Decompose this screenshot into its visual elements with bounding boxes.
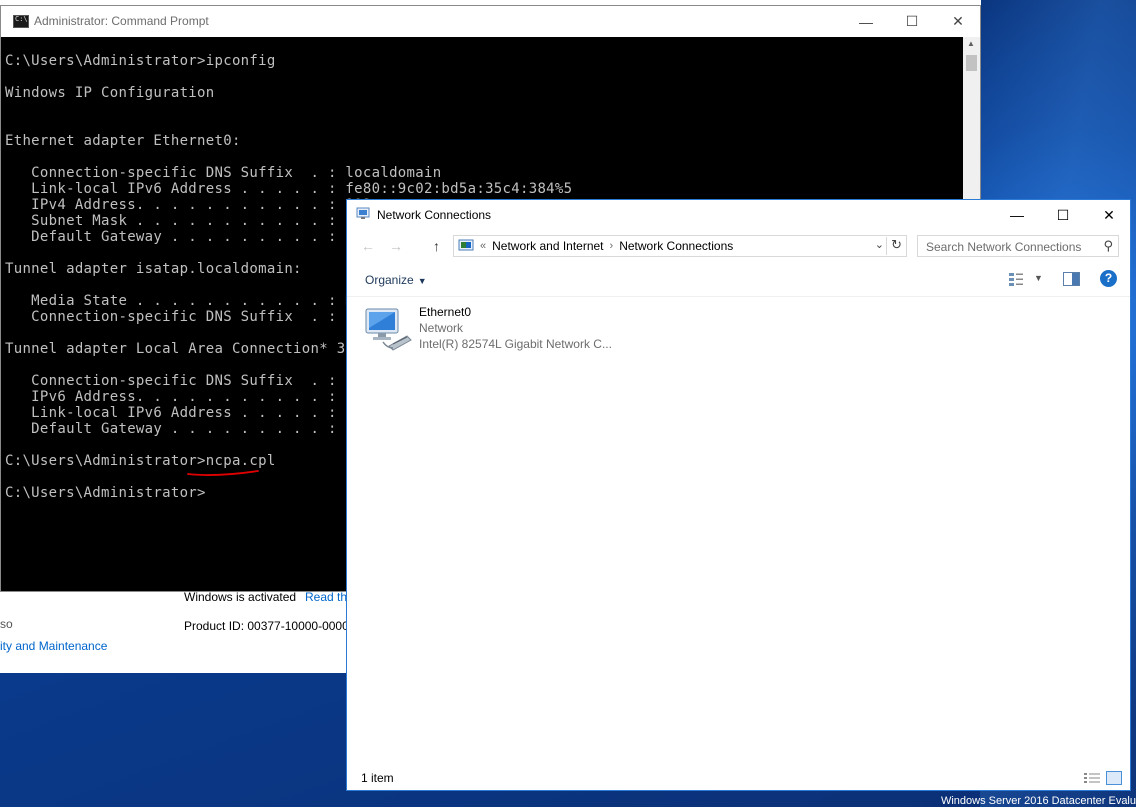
- breadcrumb-network-connections[interactable]: Network Connections: [619, 239, 733, 253]
- console-line: Media State . . . . . . . . . . . : Medi: [5, 293, 381, 309]
- refresh-icon[interactable]: ↻: [886, 237, 902, 255]
- console-line: Windows IP Configuration: [5, 85, 215, 101]
- network-adapter-icon: [365, 308, 412, 351]
- nc-maximize-button[interactable]: ☐: [1040, 200, 1086, 230]
- console-line: Connection-specific DNS Suffix . : local…: [5, 165, 442, 181]
- status-bar: 1 item: [347, 766, 1130, 790]
- console-line: Tunnel adapter isatap.localdomain:: [5, 261, 302, 277]
- help-icon[interactable]: ?: [1100, 270, 1117, 287]
- console-line: Default Gateway . . . . . . . . . : 192.: [5, 229, 381, 245]
- console-line: Connection-specific DNS Suffix . :: [5, 373, 337, 389]
- back-arrow-icon[interactable]: ←: [361, 238, 375, 254]
- search-icon[interactable]: ⚲: [1103, 238, 1113, 254]
- cmd-title: Administrator: Command Prompt: [34, 14, 209, 28]
- console-line: Default Gateway . . . . . . . . . : ::: [5, 421, 363, 437]
- security-maintenance-link[interactable]: ity and Maintenance: [0, 639, 107, 653]
- up-arrow-icon[interactable]: ↑: [433, 238, 440, 254]
- connection-name: Ethernet0: [419, 305, 472, 319]
- console-line: IPv6 Address. . . . . . . . . . . : 2001: [5, 389, 381, 405]
- forward-arrow-icon[interactable]: →: [389, 238, 403, 254]
- os-watermark: Windows Server 2016 Datacenter Evalu: [940, 795, 1136, 807]
- console-line: IPv4 Address. . . . . . . . . . . : 192.: [5, 197, 381, 213]
- console-line: Connection-specific DNS Suffix . : loca: [5, 309, 381, 325]
- nc-navigation-bar: ← → ↑ « Network and Internet › Network C…: [347, 230, 1130, 262]
- search-input[interactable]: [918, 236, 1103, 258]
- details-view-icon[interactable]: [1084, 772, 1100, 784]
- console-line: C:\Users\Administrator>: [5, 485, 206, 501]
- cmd-titlebar[interactable]: Administrator: Command Prompt — ☐ ✕: [1, 6, 980, 37]
- cmd-maximize-button[interactable]: ☐: [889, 6, 935, 37]
- console-line: Link-local IPv6 Address . . . . . : fe80: [5, 405, 381, 421]
- product-id: Product ID: 00377-10000-00000: [184, 619, 356, 633]
- console-line: Tunnel adapter Local Area Connection* 3:: [5, 341, 355, 357]
- address-dropdown-icon[interactable]: ⌄: [875, 238, 884, 251]
- network-connections-window[interactable]: Network Connections — ☐ ✕ ← → ↑ « Networ…: [346, 199, 1131, 791]
- breadcrumb: « Network and Internet › Network Connect…: [458, 239, 733, 253]
- side-fragment: so: [0, 617, 13, 631]
- change-view-icon[interactable]: [1008, 272, 1024, 286]
- control-panel-icon: [458, 239, 474, 251]
- command-bar: Organize ▼ ▼ ?: [347, 262, 1130, 297]
- breadcrumb-separator-icon[interactable]: ›: [610, 240, 614, 252]
- preview-pane-icon[interactable]: [1063, 272, 1080, 286]
- breadcrumb-network-and-internet[interactable]: Network and Internet: [492, 239, 603, 253]
- console-line: Subnet Mask . . . . . . . . . . . : 255.: [5, 213, 381, 229]
- console-line: Ethernet adapter Ethernet0:: [5, 133, 241, 149]
- cmd-app-icon: [13, 15, 29, 28]
- organize-button[interactable]: Organize ▼: [365, 273, 427, 287]
- cmd-close-button[interactable]: ✕: [935, 6, 981, 37]
- console-line: C:\Users\Administrator>ipconfig: [5, 53, 276, 69]
- breadcrumb-overflow-icon[interactable]: «: [480, 240, 486, 252]
- organize-caret-icon: ▼: [417, 276, 427, 286]
- red-underline-annotation: [187, 470, 259, 476]
- activation-link[interactable]: Read th: [305, 590, 347, 604]
- item-count: 1 item: [361, 771, 394, 785]
- organize-label: Organize: [365, 273, 414, 287]
- scroll-thumb[interactable]: [966, 55, 977, 71]
- scroll-up-arrow-icon[interactable]: ▲: [967, 39, 975, 48]
- nc-titlebar[interactable]: Network Connections — ☐ ✕: [347, 200, 1130, 230]
- view-options-caret-icon[interactable]: ▼: [1034, 273, 1043, 283]
- cmd-minimize-button[interactable]: —: [843, 6, 889, 37]
- nc-title: Network Connections: [377, 208, 492, 222]
- large-icons-view-icon[interactable]: [1106, 771, 1122, 785]
- nc-close-button[interactable]: ✕: [1086, 200, 1132, 230]
- activation-status: Windows is activated: [184, 590, 297, 604]
- connection-device: Intel(R) 82574L Gigabit Network C...: [419, 337, 612, 351]
- console-line: Link-local IPv6 Address . . . . . : fe80…: [5, 181, 573, 197]
- search-box[interactable]: ⚲: [917, 235, 1119, 258]
- nc-minimize-button[interactable]: —: [994, 200, 1040, 230]
- address-bar[interactable]: « Network and Internet › Network Connect…: [453, 235, 907, 257]
- connection-status: Network: [419, 321, 464, 335]
- connection-item-ethernet0[interactable]: Ethernet0 Network Intel(R) 82574L Gigabi…: [363, 304, 623, 356]
- network-folder-icon: [356, 207, 370, 219]
